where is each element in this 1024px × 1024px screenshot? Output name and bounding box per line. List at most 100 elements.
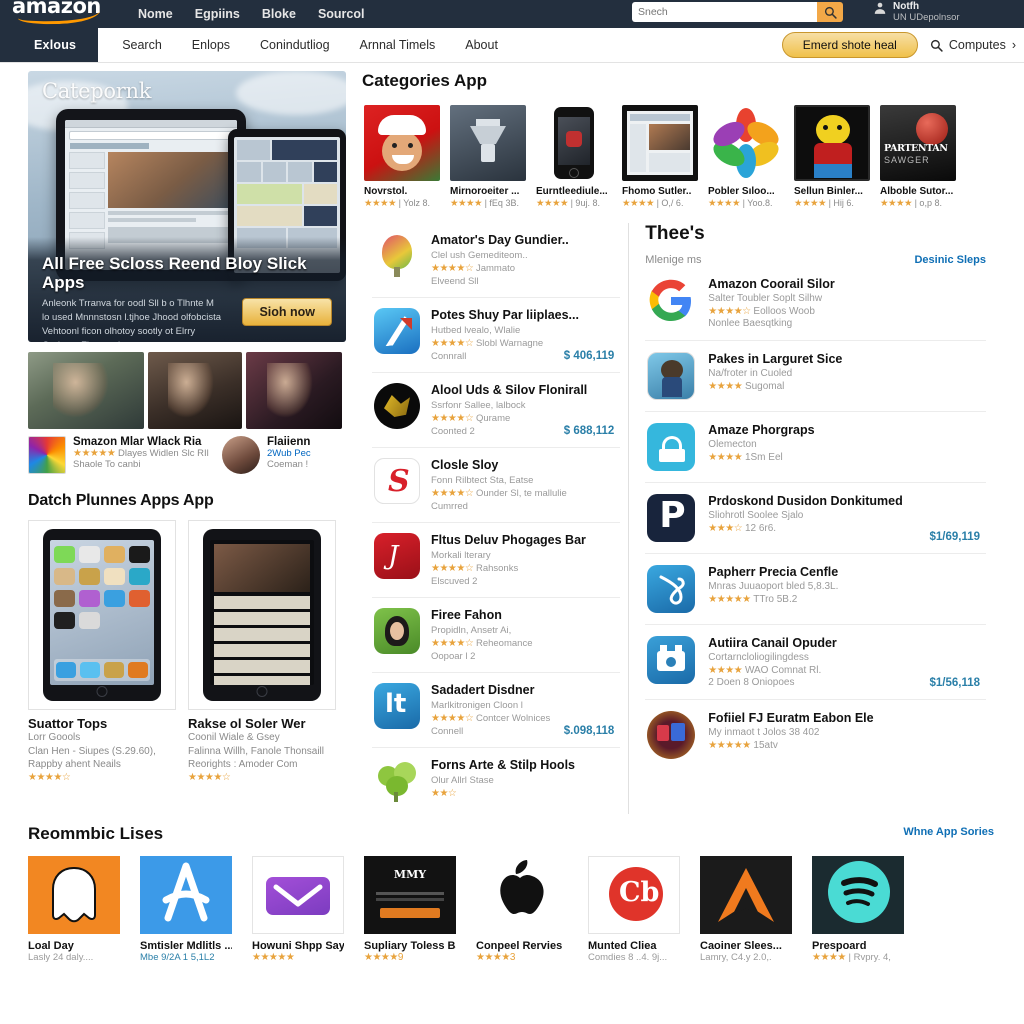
rating-count: | Yolz 8. bbox=[398, 198, 430, 208]
app-card[interactable]: Loal Day Lasly 24 daly.... bbox=[28, 856, 120, 963]
price-label: $ 688,112 bbox=[563, 425, 615, 437]
app-title: Prespoard bbox=[812, 940, 867, 952]
list-item[interactable]: Alool Uds & Silov Flonirall Ssrfonr Sall… bbox=[372, 373, 621, 448]
subnav-link-search[interactable]: Search bbox=[122, 38, 162, 52]
mini-item-line1: 2Wub Pec bbox=[267, 448, 311, 459]
list-item[interactable]: Amaze Phorgraps Olemecton ★★★★ 1Sm Eel bbox=[645, 412, 986, 483]
price-label: $1/56,118 bbox=[929, 677, 980, 689]
category-card[interactable]: Sellun Binler... ★★★★ | Hij 6. bbox=[794, 105, 870, 209]
list-item[interactable]: J Fltus Deluv Phogages Bar Morkali ltera… bbox=[372, 523, 621, 598]
star-rating: ★★★★★ bbox=[708, 740, 751, 751]
photo-thumbnail[interactable] bbox=[147, 352, 242, 429]
right-section-link[interactable]: Desinic Sleps bbox=[914, 254, 986, 266]
star-rating: ★★★★☆ bbox=[431, 713, 474, 724]
subnav-link-arnnal-timels[interactable]: Arnnal Timels bbox=[360, 38, 436, 52]
star-rating: ★★★★☆ bbox=[431, 638, 474, 649]
app-card[interactable]: Cb Munted Cliea Comdies 8 ..4. 9j... bbox=[588, 856, 680, 963]
top-nav-link-0[interactable]: Nome bbox=[138, 7, 173, 21]
product-title: Rakse ol Soler Wer bbox=[188, 716, 306, 731]
app-title: Supliary Toless Bay bbox=[364, 940, 456, 952]
mini-item-title: Smazon Mlar Wlack Ria bbox=[73, 436, 202, 448]
subnav-search-group[interactable]: Computes › bbox=[930, 38, 1016, 52]
list-item[interactable]: Papherr Precia Cenfle Mnras Juuaoport bl… bbox=[645, 554, 986, 625]
list-item[interactable]: Amazon Coorail Silor Salter Toubler Sopl… bbox=[645, 266, 986, 341]
game-badge-icon bbox=[647, 711, 696, 759]
amazon-logo[interactable]: amazon bbox=[8, 0, 116, 28]
star-rating: ★★★★☆ bbox=[431, 263, 474, 274]
subnav-link-enlops[interactable]: Enlops bbox=[192, 38, 230, 52]
list-item-rating: ★★★★ 1Sm Eel bbox=[708, 452, 984, 463]
top-nav-link-3[interactable]: Sourcol bbox=[318, 7, 365, 21]
app-card[interactable]: Conpeel Rervies ★★★★3 bbox=[476, 856, 568, 963]
account-line-2: UN UDepolnsor bbox=[893, 11, 960, 23]
list-item[interactable]: Amator's Day Gundier.. Clel ush Gemedite… bbox=[372, 223, 621, 298]
movie-poster-dark-icon: MMY bbox=[364, 856, 456, 934]
subnav-link-conindutliog[interactable]: Conindutliog bbox=[260, 38, 330, 52]
bottom-section-link[interactable]: Whne App Sories bbox=[903, 826, 994, 838]
app-rating: ★★★★ | Rvpry. 4, bbox=[812, 952, 904, 963]
list-item[interactable]: Flaiienn 2Wub Pec Coeman ! bbox=[222, 436, 342, 474]
product-card[interactable]: Rakse ol Soler Wer Coonil Wiale & Gsey F… bbox=[188, 520, 336, 783]
category-card[interactable]: Novrstol. ★★★★ | Yolz 8. bbox=[364, 105, 440, 209]
list-item-title: Amaze Phorgraps bbox=[708, 423, 815, 437]
list-item-sub: Salter Toubler Soplt Silhw bbox=[708, 293, 823, 304]
list-item-sub: Ssrfonr Sallee, lalbock bbox=[431, 400, 526, 411]
subnav-search-label: Computes bbox=[948, 38, 1006, 52]
star-rating: ★★★★ bbox=[364, 198, 397, 209]
top-nav-link-2[interactable]: Bloke bbox=[262, 7, 296, 21]
search-button[interactable] bbox=[817, 2, 843, 22]
chevron-right-icon[interactable]: › bbox=[1012, 38, 1016, 52]
photo-thumbnail[interactable] bbox=[245, 352, 342, 429]
cartoon-face-icon bbox=[794, 105, 870, 181]
list-item-sub: Cortarncloliogilingdess bbox=[708, 652, 809, 663]
top-nav-link-1[interactable]: Egpiins bbox=[195, 7, 240, 21]
search-input[interactable] bbox=[632, 2, 817, 22]
app-card[interactable]: Smtisler Mdlitls ... Mbe 9/2A 1 5,1L2 bbox=[140, 856, 232, 963]
star-rating: ★★★☆ bbox=[708, 523, 743, 534]
app-card[interactable]: Howuni Shpp Say ★★★★★ bbox=[252, 856, 344, 963]
app-card[interactable]: Prespoard ★★★★ | Rvpry. 4, bbox=[812, 856, 904, 963]
product-card[interactable]: Suattor Tops Lorr Goools Clan Hen - Siup… bbox=[28, 520, 176, 783]
category-rating: ★★★★ | O,/ 6. bbox=[622, 198, 698, 209]
list-item[interactable]: Autiira Canail Opuder Cortarncloliogilin… bbox=[645, 625, 986, 700]
list-item[interactable]: Potes Shuy Par liiplaes... Hutbed lvealo… bbox=[372, 298, 621, 373]
list-item[interactable]: Firee Fahon Propidln, Ansetr Ai, ★★★★☆ R… bbox=[372, 598, 621, 673]
star-rating: ★★★★ bbox=[708, 381, 743, 392]
category-card[interactable]: Fhomo Sutler.. ★★★★ | O,/ 6. bbox=[622, 105, 698, 209]
category-card[interactable]: Pobler Sıloo... ★★★★ | Yoo.8. bbox=[708, 105, 784, 209]
list-item[interactable]: P Prdoskond Dusidon Donkitumed Sliohrotl… bbox=[645, 483, 986, 554]
app-card[interactable]: Caoiner Slees... Lamry, C4.y 2.0,. bbox=[700, 856, 792, 963]
hero-logo: Catepornk bbox=[42, 79, 152, 103]
hero-banner[interactable]: Catepornk All Free Scloss Reend Bloy Sli… bbox=[28, 71, 346, 342]
rating-text: Reheomance bbox=[475, 638, 533, 649]
list-item[interactable]: Smazon Mlar Wlack Ria ★★★★★ Dlayes Widle… bbox=[28, 436, 214, 474]
cta-button[interactable]: Emerd shote heal bbox=[781, 32, 918, 58]
account-menu[interactable]: Notfh UN UDepolnsor bbox=[872, 1, 960, 23]
list-item[interactable]: Forns Arte & Stilp Hools Olur Allrl Stas… bbox=[372, 748, 620, 814]
dragon-icon bbox=[374, 383, 420, 429]
google-g-icon bbox=[647, 277, 696, 325]
rating-text: WAO Comnat Rl. bbox=[744, 665, 822, 676]
list-item[interactable]: lt Sadadert Disdner Marlkitronigen Cloon… bbox=[372, 673, 621, 748]
list-item-title: Fofiiel FJ Euratm Eabon Ele bbox=[708, 711, 874, 725]
app-title: Loal Day bbox=[28, 940, 74, 952]
app-card[interactable]: MMY Supliary Toless Bay ★★★★9 bbox=[364, 856, 456, 963]
product-image-frame bbox=[28, 520, 176, 710]
photo-thumbnail[interactable] bbox=[28, 352, 144, 429]
subnav-links: Search Enlops Conindutliog Arnnal Timels… bbox=[98, 28, 498, 62]
category-card[interactable]: Mirnoroeiter ... ★★★★ | fEq 3B. bbox=[450, 105, 526, 209]
category-card[interactable]: PARTENTAN SAWGER Alboble Sutor... ★★★★ |… bbox=[880, 105, 956, 209]
list-item[interactable]: Fofiiel FJ Euratm Eabon Ele My inmaot t … bbox=[645, 700, 986, 770]
category-label: Sellun Binler... bbox=[794, 186, 863, 197]
subnav-brand[interactable]: Exlous bbox=[0, 28, 99, 62]
subnav-link-about[interactable]: About bbox=[465, 38, 498, 52]
list-item-rating: ★★★★☆ Rahsonks bbox=[431, 563, 618, 574]
app-rating: ★★★★★ bbox=[252, 952, 344, 963]
hero-cta-button[interactable]: Sioh now bbox=[242, 298, 332, 326]
category-card[interactable]: Eurntleediule... ★★★★ | 9uj. 8. bbox=[536, 105, 612, 209]
list-item[interactable]: Pakes in Larguret Sice Na/froter in Cuol… bbox=[645, 341, 986, 412]
star-rating: ★★★★★ bbox=[708, 594, 751, 605]
list-item[interactable]: S Closle Sloy Fonn Rilbtect Sta, Eatse ★… bbox=[372, 448, 621, 523]
app-title: Smtisler Mdlitls ... bbox=[140, 940, 232, 952]
star-rating: ★★★★☆ bbox=[708, 306, 751, 317]
